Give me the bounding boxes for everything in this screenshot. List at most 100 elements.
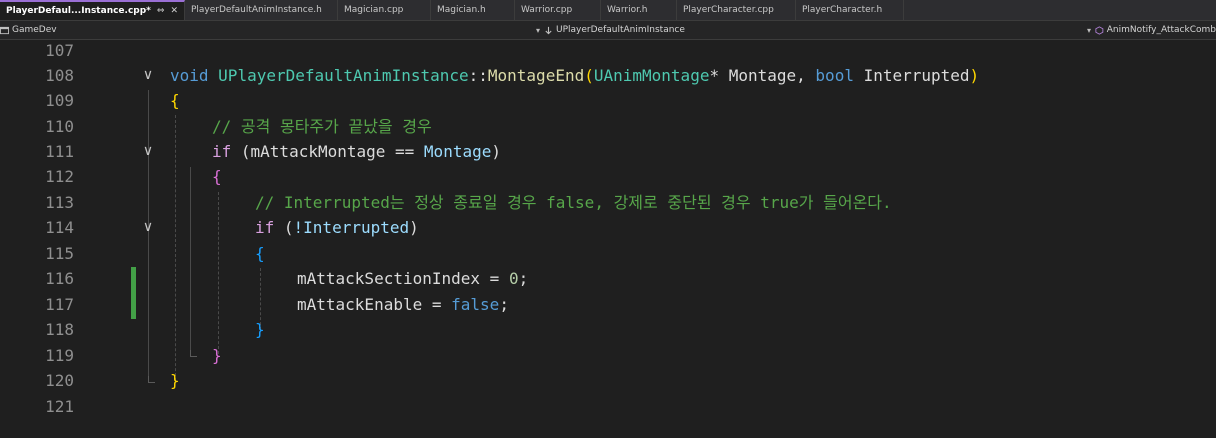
code-line-112: 112 { [0,164,1216,189]
line-number: 117 [45,295,74,314]
tab-playercharacter-h[interactable]: PlayerCharacter.h [796,0,904,20]
line-number: 109 [45,91,74,110]
project-dropdown[interactable]: GameDev [0,21,530,39]
project-name: GameDev [12,25,57,35]
line-number: 121 [45,397,74,416]
fold-chevron-icon[interactable]: ∨ [140,63,156,88]
tab-warrior-cpp[interactable]: Warrior.cpp [515,0,601,20]
tab-label: Magician.cpp [343,5,404,15]
paren: ( [231,142,251,161]
line-number: 111 [45,142,74,161]
line-number: 119 [45,346,74,365]
project-icon [0,26,9,34]
line-number: 110 [45,117,74,136]
line-number: 113 [45,193,74,212]
param-text: * Montage, [709,66,816,85]
method-icon [1095,25,1104,35]
tab-playercharacter-cpp[interactable]: PlayerCharacter.cpp [677,0,796,20]
code-line-118: 118 } [0,317,1216,342]
tab-magician-cpp[interactable]: Magician.cpp [338,0,431,20]
tab-bar: PlayerDefaul...Instance.cpp* ⇔ ✕ PlayerD… [0,0,1216,21]
code-text: { [212,167,222,186]
code-line-115: 115 { [0,241,1216,266]
paren: ) [409,218,419,237]
code-line-107: 107 [0,38,1216,63]
scope-dropdown[interactable]: ▾ UPlayerDefaultAnimInstance [536,21,1086,39]
fold-chevron-icon[interactable]: ∨ [140,215,156,240]
keyword: if [212,142,232,161]
tab-magician-h[interactable]: Magician.h [431,0,515,20]
paren: ( [584,66,594,85]
line-number: 107 [45,41,74,60]
tab-playerdefaultaniminstance-cpp[interactable]: PlayerDefaul...Instance.cpp* ⇔ ✕ [0,0,185,20]
code-line-111: 111 ∨ if (mAttackMontage == Montage) [0,139,1216,164]
variable: mAttackMontage [250,142,386,161]
code-text: } [212,346,222,365]
variable: mAttackSectionIndex [297,269,481,288]
code-line-108: 108 ∨ void UPlayerDefaultAnimInstance::M… [0,63,1216,88]
paren: ) [969,66,980,85]
bool-literal: false [451,295,500,314]
code-line-116: 116 mAttackSectionIndex = 0; [0,266,1216,291]
line-number: 118 [45,320,74,339]
variable: Montage [423,142,492,161]
scope-operator: :: [468,66,488,85]
tab-label: Magician.h [436,5,486,15]
line-number: 112 [45,167,74,186]
tab-label: PlayerCharacter.cpp [682,5,774,15]
code-line-121: 121 [0,394,1216,419]
code-line-120: 120 } [0,368,1216,393]
pin-icon[interactable]: ⇔ [157,6,165,16]
code-line-110: 110 // 공격 몽타주가 끝났을 경우 [0,114,1216,139]
semicolon: ; [499,295,509,314]
paren: ) [491,142,501,161]
tab-label: Warrior.cpp [520,5,573,15]
code-line-109: 109 { [0,88,1216,113]
keyword: if [255,218,275,237]
code-text: mAttackEnable = false; [297,292,509,317]
line-number: 120 [45,371,74,390]
code-text: } [170,371,180,390]
chevron-down-icon: ▾ [1087,25,1092,35]
code-editor[interactable]: 107 108 ∨ void UPlayerDefaultAnimInstanc… [0,40,1216,438]
code-text: { [170,91,180,110]
line-number: 114 [45,218,74,237]
param-type: UAnimMontage [593,66,710,85]
code-line-119: 119 } [0,343,1216,368]
code-comment: // Interrupted는 정상 종료일 경우 false, 강제로 중단된… [255,193,892,212]
variable: !Interrupted [293,218,410,237]
tab-label: PlayerCharacter.h [801,5,883,15]
number-literal: 0 [508,269,519,288]
member-dropdown[interactable]: ▾ AnimNotify_AttackComb [1087,21,1216,39]
keyword: void [170,66,209,85]
scope-arrow-icon [545,26,552,34]
code-text: if (!Interrupted) [255,215,419,240]
operator: = [422,295,452,314]
close-icon[interactable]: ✕ [170,6,178,16]
tab-label: Warrior.h [606,5,648,15]
keyword: bool [815,66,854,85]
line-number: 115 [45,244,74,263]
code-text: void UPlayerDefaultAnimInstance::Montage… [170,63,979,88]
class-name: UPlayerDefaultAnimInstance [218,66,469,85]
code-text: if (mAttackMontage == Montage) [212,139,501,164]
fold-chevron-icon[interactable]: ∨ [140,139,156,164]
code-text: mAttackSectionIndex = 0; [297,266,528,291]
operator: == [385,142,424,161]
paren: ( [274,218,294,237]
line-number: 108 [45,66,74,85]
function-name: MontageEnd [487,66,585,85]
code-line-114: 114 ∨ if (!Interrupted) [0,215,1216,240]
code-line-117: 117 mAttackEnable = false; [0,292,1216,317]
tab-playerdefaultaniminstance-h[interactable]: PlayerDefaultAnimInstance.h [185,0,338,20]
tab-label: PlayerDefaul...Instance.cpp* [6,6,151,16]
line-number: 116 [45,269,74,288]
code-text: { [255,244,265,263]
tab-label: PlayerDefaultAnimInstance.h [190,5,322,15]
code-text: } [255,320,265,339]
tab-warrior-h[interactable]: Warrior.h [601,0,677,20]
param-text: Interrupted [853,66,970,85]
member-name: AnimNotify_AttackComb [1106,25,1216,35]
scope-name: UPlayerDefaultAnimInstance [556,25,685,35]
variable: mAttackEnable [297,295,423,314]
